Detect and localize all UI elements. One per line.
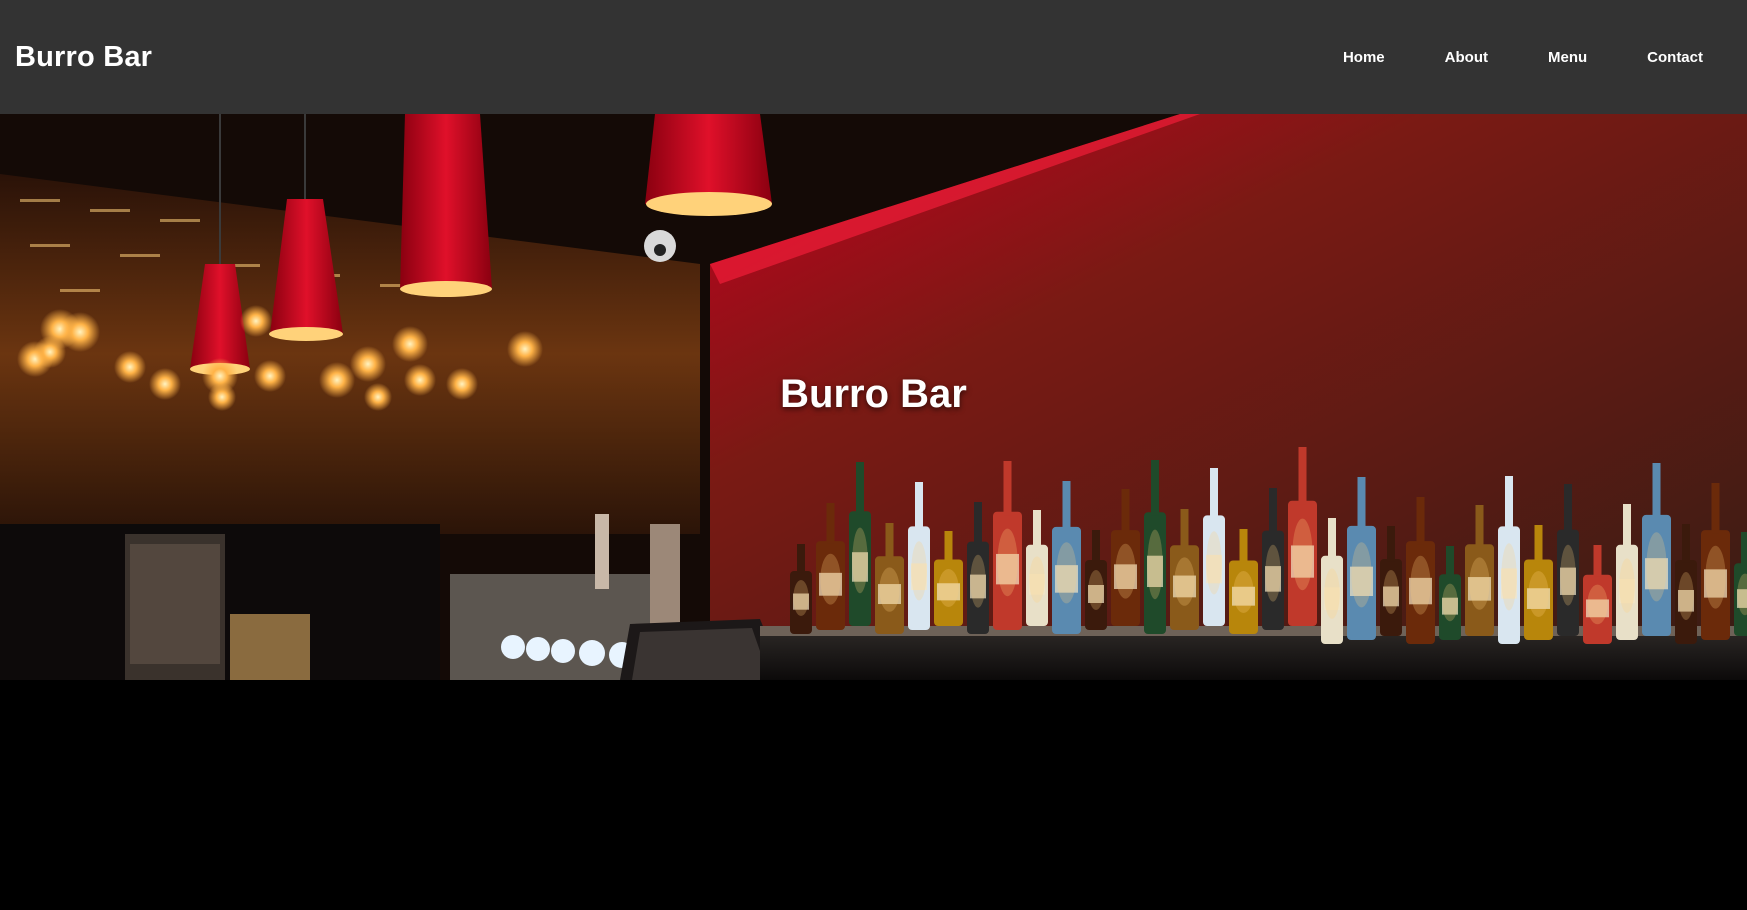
site-logo[interactable]: Burro Bar [15,41,152,74]
hero-banner: Burro Bar [0,114,1747,680]
nav-link-home[interactable]: Home [1343,49,1385,66]
nav-link-contact[interactable]: Contact [1647,49,1703,66]
page-content-area [0,680,1747,910]
nav-link-about[interactable]: About [1445,49,1488,66]
hero-title: Burro Bar [780,372,967,416]
nav-link-menu[interactable]: Menu [1548,49,1587,66]
site-header: Burro Bar Home About Menu Contact [0,0,1747,114]
main-nav: Home About Menu Contact [1343,49,1703,66]
